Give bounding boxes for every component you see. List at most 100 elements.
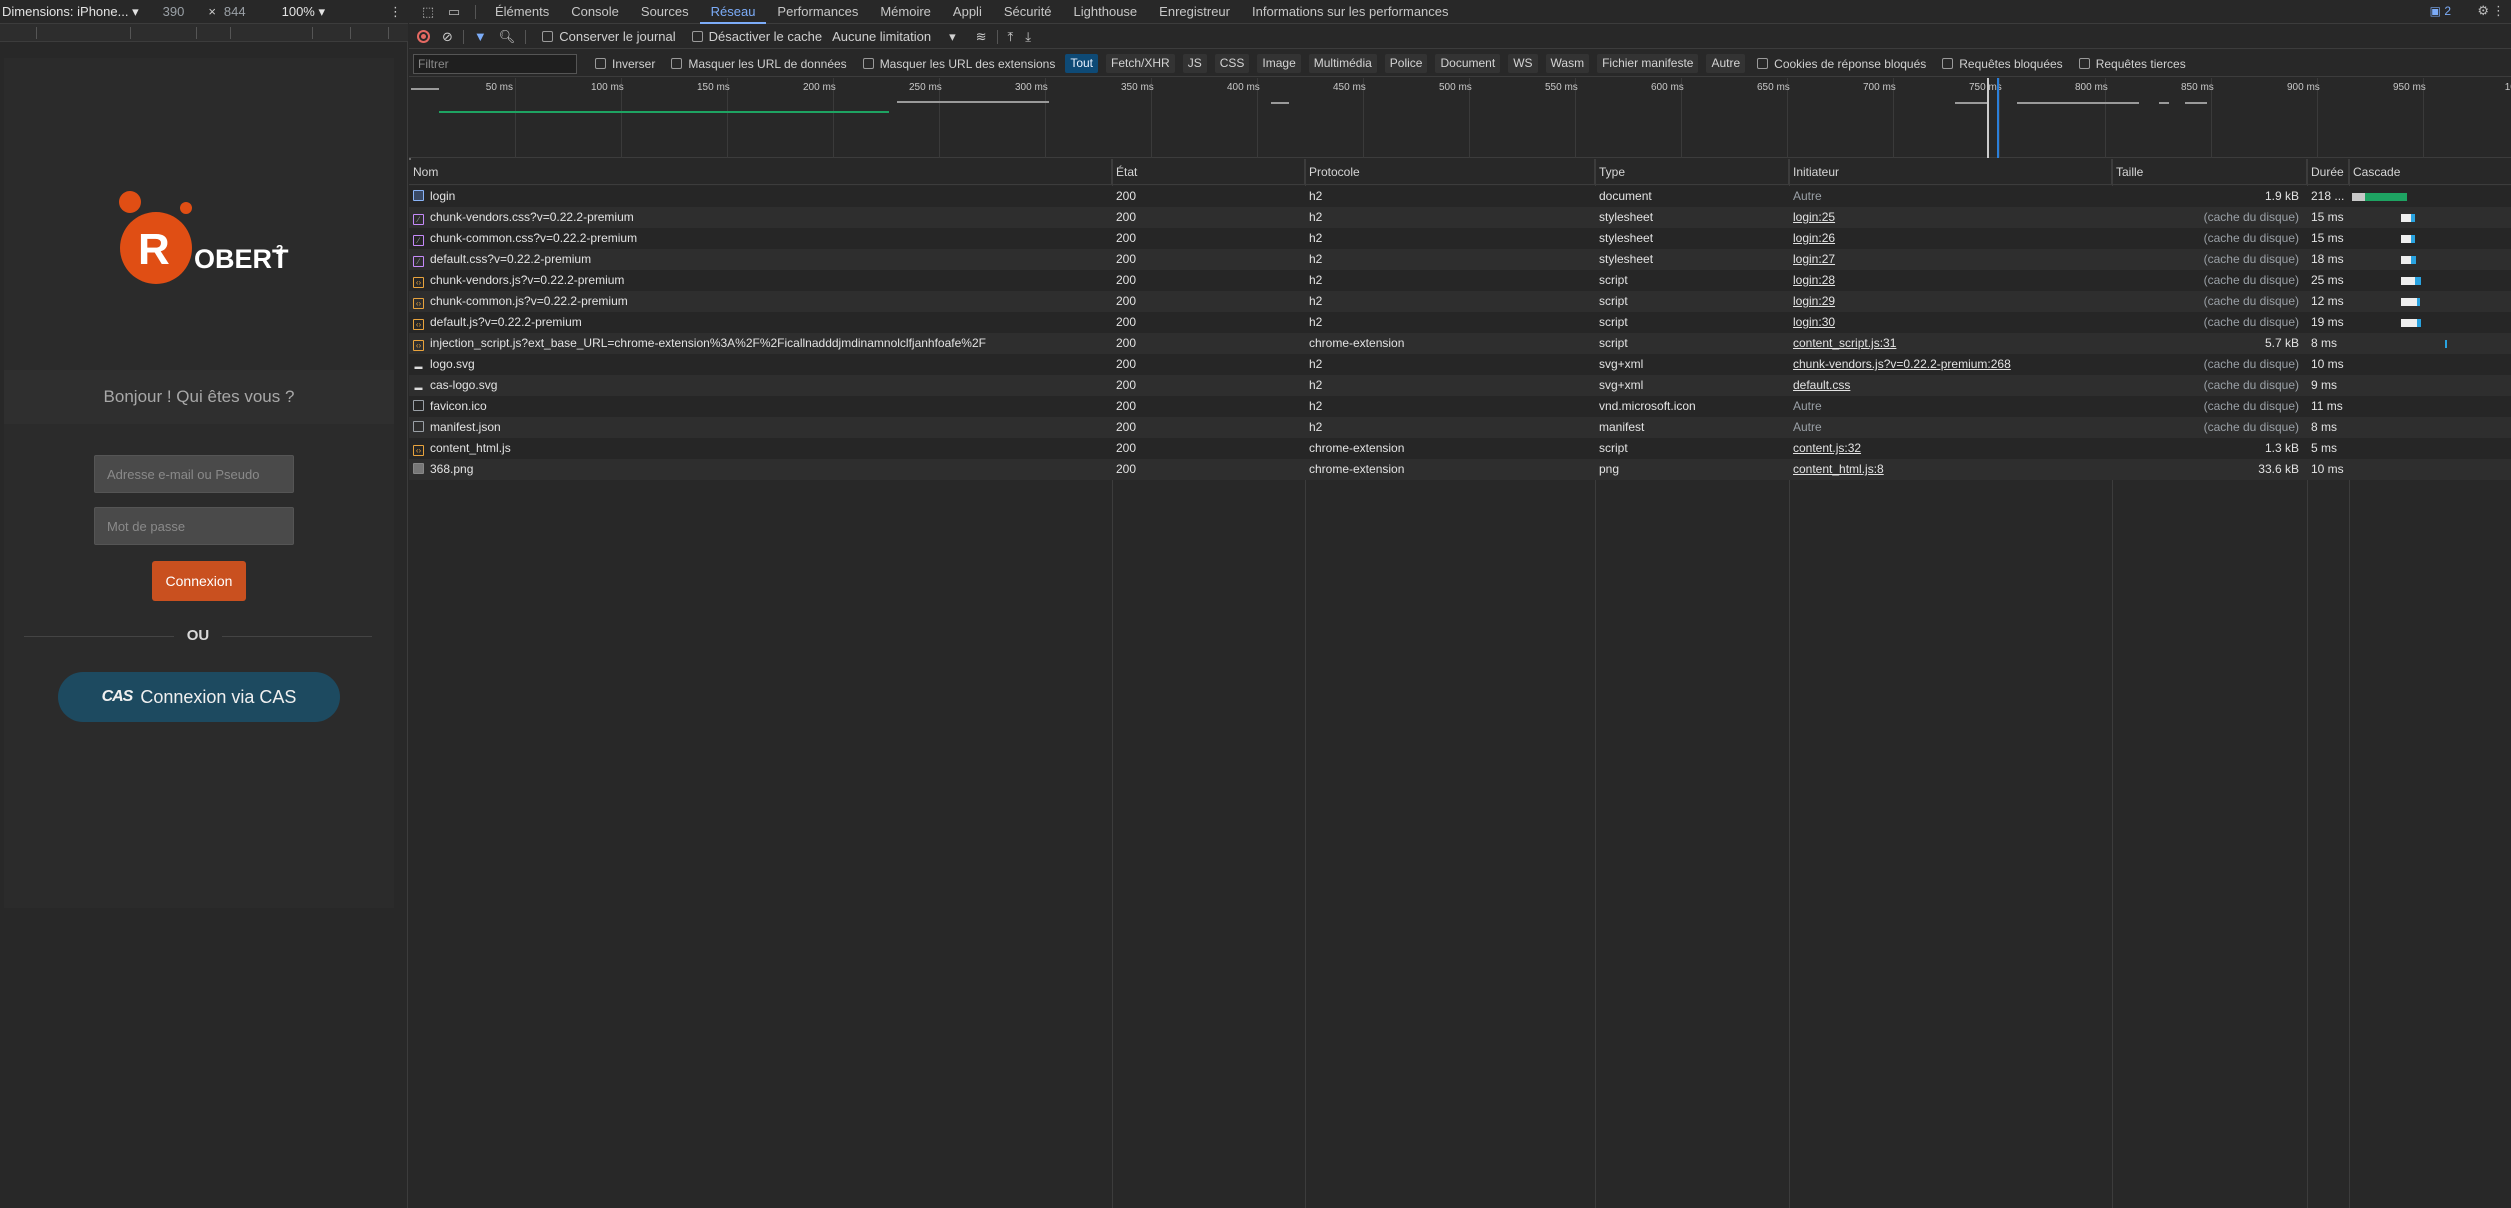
type-filter-2[interactable]: JS — [1182, 54, 1207, 73]
hide-extension-urls-checkbox[interactable]: Masquer les URL des extensions — [862, 57, 1055, 71]
initiator-cell[interactable]: login:28 — [1789, 270, 2109, 291]
column-initiator[interactable]: Initiateur — [1789, 159, 2112, 185]
request-name-cell[interactable]: ∕ chunk-common.css?v=0.22.2-premium — [409, 228, 1109, 249]
zoom-select[interactable]: 100% ▾ — [282, 4, 325, 20]
initiator-cell[interactable]: chunk-vendors.js?v=0.22.2-premium:268 — [1789, 354, 2109, 375]
column-waterfall[interactable]: Cascade — [2349, 159, 2511, 185]
table-row[interactable]: ▬ cas-logo.svg 200 h2 svg+xml default.css (cac… — [409, 375, 2511, 396]
request-name-cell[interactable]: ▬ cas-logo.svg — [409, 375, 1109, 396]
inspect-element-icon[interactable]: ⬚ — [415, 0, 441, 24]
table-row[interactable]: ∕ chunk-common.css?v=0.22.2-premium 200 h2 s… — [409, 228, 2511, 249]
tab-0[interactable]: Éléments — [484, 0, 560, 24]
more-options-icon[interactable]: ⋮ — [389, 4, 402, 20]
preserve-log-checkbox[interactable]: Conserver le journal — [542, 29, 676, 44]
device-height-input[interactable]: 844 — [224, 4, 246, 19]
tab-8[interactable]: Lighthouse — [1063, 0, 1149, 24]
column-protocol[interactable]: Protocole — [1305, 159, 1595, 185]
initiator-cell[interactable]: login:27 — [1789, 249, 2109, 270]
request-name-cell[interactable]: favicon.ico — [409, 396, 1109, 417]
tab-7[interactable]: Sécurité — [993, 0, 1063, 24]
tab-10[interactable]: Informations sur les performances — [1241, 0, 1460, 24]
table-row[interactable]: 368.png 200 chrome-extension png content_htm… — [409, 459, 2511, 480]
filter-icon[interactable]: ▼ — [474, 29, 487, 44]
request-name-cell[interactable]: ‹› chunk-common.js?v=0.22.2-premium — [409, 291, 1109, 312]
filter-input[interactable]: Filtrer — [413, 53, 577, 74]
email-field[interactable]: Adresse e-mail ou Pseudo — [94, 455, 294, 493]
request-name-cell[interactable]: ▬ logo.svg — [409, 354, 1109, 375]
request-name-cell[interactable]: ‹› chunk-vendors.js?v=0.22.2-premium — [409, 270, 1109, 291]
request-name-cell[interactable]: ‹› content_html.js — [409, 438, 1109, 459]
type-filter-3[interactable]: CSS — [1214, 54, 1250, 73]
request-name-cell[interactable]: ∕ chunk-vendors.css?v=0.22.2-premium — [409, 207, 1109, 228]
type-filter-5[interactable]: Multimédia — [1308, 54, 1377, 73]
tab-5[interactable]: Mémoire — [869, 0, 942, 24]
request-name-cell[interactable]: ‹› default.js?v=0.22.2-premium — [409, 312, 1109, 333]
table-row[interactable]: login 200 h2 document Autre 1.9 kB 218 ... — [409, 186, 2511, 207]
type-filter-0[interactable]: Tout — [1065, 54, 1099, 73]
initiator-cell[interactable]: content_html.js:8 — [1789, 459, 2109, 480]
column-name[interactable]: Nom — [409, 159, 1112, 185]
initiator-cell[interactable]: login:29 — [1789, 291, 2109, 312]
tab-4[interactable]: Performances — [766, 0, 869, 24]
invert-checkbox[interactable]: Inverser — [595, 57, 655, 71]
gear-icon[interactable]: ⚙ — [2477, 3, 2489, 19]
column-status[interactable]: État — [1112, 159, 1305, 185]
tab-6[interactable]: Appli — [942, 0, 993, 24]
type-filter-10[interactable]: Fichier manifeste — [1597, 54, 1699, 73]
type-filter-8[interactable]: WS — [1508, 54, 1538, 73]
blocked-requests-checkbox[interactable]: Requêtes bloquées — [1942, 57, 2063, 71]
tab-2[interactable]: Sources — [630, 0, 700, 24]
issues-counter[interactable]: ▣ 2 — [2430, 4, 2451, 18]
network-conditions-icon[interactable]: ≋ — [976, 29, 987, 45]
initiator-cell[interactable]: content_script.js:31 — [1789, 333, 2109, 354]
request-name-cell[interactable]: login — [409, 186, 1109, 207]
column-time[interactable]: Durée — [2307, 159, 2349, 185]
import-har-icon[interactable]: ⤒ — [1008, 29, 1014, 45]
initiator-cell[interactable]: content.js:32 — [1789, 438, 2109, 459]
type-filter-4[interactable]: Image — [1257, 54, 1301, 73]
more-options-icon[interactable]: ⋮ — [2492, 3, 2505, 19]
column-size[interactable]: Taille — [2112, 159, 2307, 185]
tab-9[interactable]: Enregistreur — [1148, 0, 1241, 24]
third-party-checkbox[interactable]: Requêtes tierces — [2078, 57, 2186, 71]
type-filter-6[interactable]: Police — [1384, 54, 1428, 73]
table-row[interactable]: ▬ logo.svg 200 h2 svg+xml chunk-vendors.js?v=… — [409, 354, 2511, 375]
table-row[interactable]: ∕ chunk-vendors.css?v=0.22.2-premium 200 h2… — [409, 207, 2511, 228]
request-name-cell[interactable]: manifest.json — [409, 417, 1109, 438]
tab-3[interactable]: Réseau — [699, 0, 767, 24]
password-field[interactable]: Mot de passe — [94, 507, 294, 545]
disable-cache-checkbox[interactable]: Désactiver le cache — [691, 29, 822, 44]
throttling-select[interactable]: Aucune limitation ▾ — [832, 29, 956, 45]
initiator-cell[interactable]: login:25 — [1789, 207, 2109, 228]
table-row[interactable]: ‹› content_html.js 200 chrome-extension scri… — [409, 438, 2511, 459]
hide-data-urls-checkbox[interactable]: Masquer les URL de données — [671, 57, 847, 71]
tab-1[interactable]: Console — [560, 0, 630, 24]
table-row[interactable]: manifest.json 200 h2 manifest Autre (cache du… — [409, 417, 2511, 438]
table-row[interactable]: ‹› chunk-vendors.js?v=0.22.2-premium 200 h2… — [409, 270, 2511, 291]
cas-login-button[interactable]: CAS Connexion via CAS — [58, 672, 340, 722]
table-row[interactable]: ‹› default.js?v=0.22.2-premium 200 h2 script… — [409, 312, 2511, 333]
type-filter-1[interactable]: Fetch/XHR — [1106, 54, 1175, 73]
search-icon[interactable]: 🔍︎ — [499, 29, 516, 45]
request-name-cell[interactable]: ‹› injection_script.js?ext_base_URL=chrom… — [409, 333, 1109, 354]
initiator-cell[interactable]: default.css — [1789, 375, 2109, 396]
login-button[interactable]: Connexion — [152, 561, 246, 601]
export-har-icon[interactable]: ⤓ — [1025, 29, 1031, 45]
device-width-input[interactable]: 390 — [163, 4, 185, 19]
table-row[interactable]: ‹› chunk-common.js?v=0.22.2-premium 200 h2 s… — [409, 291, 2511, 312]
table-row[interactable]: favicon.ico 200 h2 vnd.microsoft.icon Autre (… — [409, 396, 2511, 417]
table-row[interactable]: ∕ default.css?v=0.22.2-premium 200 h2 styles… — [409, 249, 2511, 270]
request-name-cell[interactable]: ∕ default.css?v=0.22.2-premium — [409, 249, 1109, 270]
type-filter-9[interactable]: Wasm — [1545, 54, 1590, 73]
device-select[interactable]: Dimensions: iPhone... ▾ — [2, 4, 139, 20]
blocked-cookies-checkbox[interactable]: Cookies de réponse bloqués — [1757, 57, 1926, 71]
network-overview-timeline[interactable]: 50 ms 100 ms 150 ms 200 ms 250 ms 300 ms 350 m… — [409, 78, 2511, 160]
request-name-cell[interactable]: 368.png — [409, 459, 1109, 480]
record-icon[interactable] — [417, 30, 430, 43]
column-type[interactable]: Type — [1595, 159, 1789, 185]
type-filter-7[interactable]: Document — [1435, 54, 1501, 73]
initiator-cell[interactable]: login:26 — [1789, 228, 2109, 249]
table-row[interactable]: ‹› injection_script.js?ext_base_URL=chrom… — [409, 333, 2511, 354]
initiator-cell[interactable]: login:30 — [1789, 312, 2109, 333]
device-toggle-icon[interactable]: ▭ — [441, 0, 467, 24]
